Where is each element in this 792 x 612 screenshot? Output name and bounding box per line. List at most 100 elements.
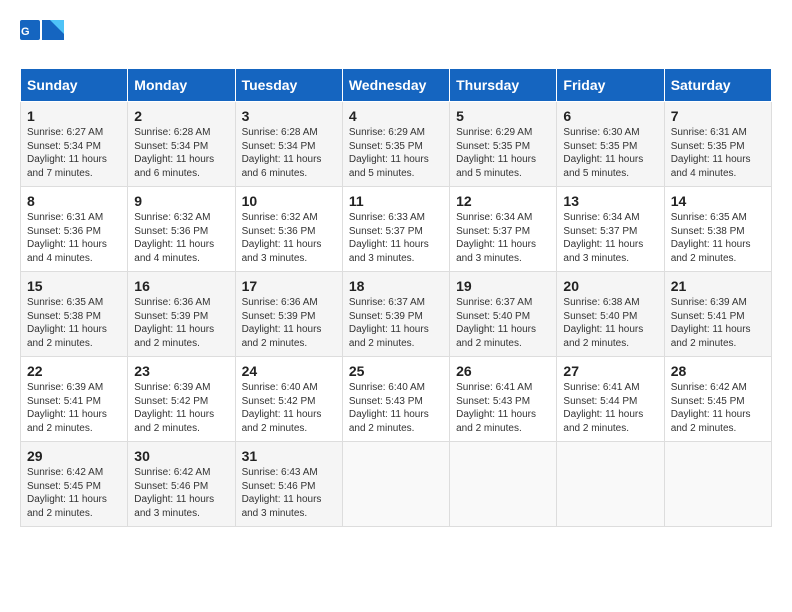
calendar-cell [664,442,771,527]
cell-info: Sunrise: 6:39 AM Sunset: 5:41 PM Dayligh… [671,296,765,350]
day-number: 15 [27,278,121,294]
cell-info: Sunrise: 6:37 AM Sunset: 5:40 PM Dayligh… [456,296,550,350]
calendar-cell: 18 Sunrise: 6:37 AM Sunset: 5:39 PM Dayl… [342,272,449,357]
cell-info: Sunrise: 6:39 AM Sunset: 5:42 PM Dayligh… [134,381,228,435]
cell-info: Sunrise: 6:34 AM Sunset: 5:37 PM Dayligh… [563,211,657,265]
calendar-cell: 7 Sunrise: 6:31 AM Sunset: 5:35 PM Dayli… [664,102,771,187]
cell-info: Sunrise: 6:40 AM Sunset: 5:42 PM Dayligh… [242,381,336,435]
cell-info: Sunrise: 6:28 AM Sunset: 5:34 PM Dayligh… [134,126,228,180]
day-number: 13 [563,193,657,209]
calendar-cell: 6 Sunrise: 6:30 AM Sunset: 5:35 PM Dayli… [557,102,664,187]
cell-info: Sunrise: 6:28 AM Sunset: 5:34 PM Dayligh… [242,126,336,180]
cell-info: Sunrise: 6:32 AM Sunset: 5:36 PM Dayligh… [242,211,336,265]
calendar-cell: 1 Sunrise: 6:27 AM Sunset: 5:34 PM Dayli… [21,102,128,187]
cell-info: Sunrise: 6:43 AM Sunset: 5:46 PM Dayligh… [242,466,336,520]
calendar-cell: 13 Sunrise: 6:34 AM Sunset: 5:37 PM Dayl… [557,187,664,272]
calendar-cell: 11 Sunrise: 6:33 AM Sunset: 5:37 PM Dayl… [342,187,449,272]
day-number: 5 [456,108,550,124]
cell-info: Sunrise: 6:37 AM Sunset: 5:39 PM Dayligh… [349,296,443,350]
day-number: 8 [27,193,121,209]
day-header-saturday: Saturday [664,69,771,102]
calendar-cell [450,442,557,527]
calendar-cell: 26 Sunrise: 6:41 AM Sunset: 5:43 PM Dayl… [450,357,557,442]
calendar-cell: 12 Sunrise: 6:34 AM Sunset: 5:37 PM Dayl… [450,187,557,272]
cell-info: Sunrise: 6:32 AM Sunset: 5:36 PM Dayligh… [134,211,228,265]
day-number: 28 [671,363,765,379]
day-number: 17 [242,278,336,294]
cell-info: Sunrise: 6:29 AM Sunset: 5:35 PM Dayligh… [456,126,550,180]
calendar-cell: 14 Sunrise: 6:35 AM Sunset: 5:38 PM Dayl… [664,187,771,272]
day-number: 21 [671,278,765,294]
day-number: 23 [134,363,228,379]
cell-info: Sunrise: 6:41 AM Sunset: 5:43 PM Dayligh… [456,381,550,435]
calendar-table: SundayMondayTuesdayWednesdayThursdayFrid… [20,68,772,527]
cell-info: Sunrise: 6:42 AM Sunset: 5:45 PM Dayligh… [671,381,765,435]
page-header: G [20,20,772,58]
day-number: 22 [27,363,121,379]
day-number: 16 [134,278,228,294]
day-number: 29 [27,448,121,464]
day-header-wednesday: Wednesday [342,69,449,102]
calendar-cell: 25 Sunrise: 6:40 AM Sunset: 5:43 PM Dayl… [342,357,449,442]
cell-info: Sunrise: 6:42 AM Sunset: 5:45 PM Dayligh… [27,466,121,520]
calendar-cell: 29 Sunrise: 6:42 AM Sunset: 5:45 PM Dayl… [21,442,128,527]
calendar-cell: 27 Sunrise: 6:41 AM Sunset: 5:44 PM Dayl… [557,357,664,442]
cell-info: Sunrise: 6:31 AM Sunset: 5:35 PM Dayligh… [671,126,765,180]
calendar-cell: 23 Sunrise: 6:39 AM Sunset: 5:42 PM Dayl… [128,357,235,442]
day-number: 25 [349,363,443,379]
day-number: 6 [563,108,657,124]
day-number: 31 [242,448,336,464]
calendar-cell: 24 Sunrise: 6:40 AM Sunset: 5:42 PM Dayl… [235,357,342,442]
day-number: 10 [242,193,336,209]
day-number: 20 [563,278,657,294]
cell-info: Sunrise: 6:33 AM Sunset: 5:37 PM Dayligh… [349,211,443,265]
cell-info: Sunrise: 6:40 AM Sunset: 5:43 PM Dayligh… [349,381,443,435]
day-number: 18 [349,278,443,294]
calendar-cell [557,442,664,527]
calendar-cell: 5 Sunrise: 6:29 AM Sunset: 5:35 PM Dayli… [450,102,557,187]
day-number: 24 [242,363,336,379]
cell-info: Sunrise: 6:29 AM Sunset: 5:35 PM Dayligh… [349,126,443,180]
calendar-cell: 9 Sunrise: 6:32 AM Sunset: 5:36 PM Dayli… [128,187,235,272]
day-header-tuesday: Tuesday [235,69,342,102]
day-number: 9 [134,193,228,209]
cell-info: Sunrise: 6:35 AM Sunset: 5:38 PM Dayligh… [27,296,121,350]
calendar-cell: 20 Sunrise: 6:38 AM Sunset: 5:40 PM Dayl… [557,272,664,357]
day-number: 4 [349,108,443,124]
calendar-cell: 19 Sunrise: 6:37 AM Sunset: 5:40 PM Dayl… [450,272,557,357]
calendar-cell: 8 Sunrise: 6:31 AM Sunset: 5:36 PM Dayli… [21,187,128,272]
day-number: 7 [671,108,765,124]
cell-info: Sunrise: 6:39 AM Sunset: 5:41 PM Dayligh… [27,381,121,435]
day-header-friday: Friday [557,69,664,102]
cell-info: Sunrise: 6:34 AM Sunset: 5:37 PM Dayligh… [456,211,550,265]
day-number: 11 [349,193,443,209]
calendar-cell: 16 Sunrise: 6:36 AM Sunset: 5:39 PM Dayl… [128,272,235,357]
svg-text:G: G [21,26,30,38]
calendar-cell: 15 Sunrise: 6:35 AM Sunset: 5:38 PM Dayl… [21,272,128,357]
day-number: 30 [134,448,228,464]
cell-info: Sunrise: 6:36 AM Sunset: 5:39 PM Dayligh… [242,296,336,350]
days-header-row: SundayMondayTuesdayWednesdayThursdayFrid… [21,69,772,102]
calendar-cell: 3 Sunrise: 6:28 AM Sunset: 5:34 PM Dayli… [235,102,342,187]
cell-info: Sunrise: 6:27 AM Sunset: 5:34 PM Dayligh… [27,126,121,180]
week-row-2: 8 Sunrise: 6:31 AM Sunset: 5:36 PM Dayli… [21,187,772,272]
cell-info: Sunrise: 6:36 AM Sunset: 5:39 PM Dayligh… [134,296,228,350]
calendar-cell: 4 Sunrise: 6:29 AM Sunset: 5:35 PM Dayli… [342,102,449,187]
calendar-cell: 10 Sunrise: 6:32 AM Sunset: 5:36 PM Dayl… [235,187,342,272]
week-row-1: 1 Sunrise: 6:27 AM Sunset: 5:34 PM Dayli… [21,102,772,187]
week-row-3: 15 Sunrise: 6:35 AM Sunset: 5:38 PM Dayl… [21,272,772,357]
calendar-cell: 30 Sunrise: 6:42 AM Sunset: 5:46 PM Dayl… [128,442,235,527]
day-header-monday: Monday [128,69,235,102]
cell-info: Sunrise: 6:35 AM Sunset: 5:38 PM Dayligh… [671,211,765,265]
day-number: 1 [27,108,121,124]
calendar-cell: 22 Sunrise: 6:39 AM Sunset: 5:41 PM Dayl… [21,357,128,442]
day-number: 26 [456,363,550,379]
calendar-cell: 31 Sunrise: 6:43 AM Sunset: 5:46 PM Dayl… [235,442,342,527]
day-number: 14 [671,193,765,209]
day-number: 27 [563,363,657,379]
day-header-thursday: Thursday [450,69,557,102]
day-header-sunday: Sunday [21,69,128,102]
cell-info: Sunrise: 6:42 AM Sunset: 5:46 PM Dayligh… [134,466,228,520]
cell-info: Sunrise: 6:38 AM Sunset: 5:40 PM Dayligh… [563,296,657,350]
calendar-cell: 28 Sunrise: 6:42 AM Sunset: 5:45 PM Dayl… [664,357,771,442]
